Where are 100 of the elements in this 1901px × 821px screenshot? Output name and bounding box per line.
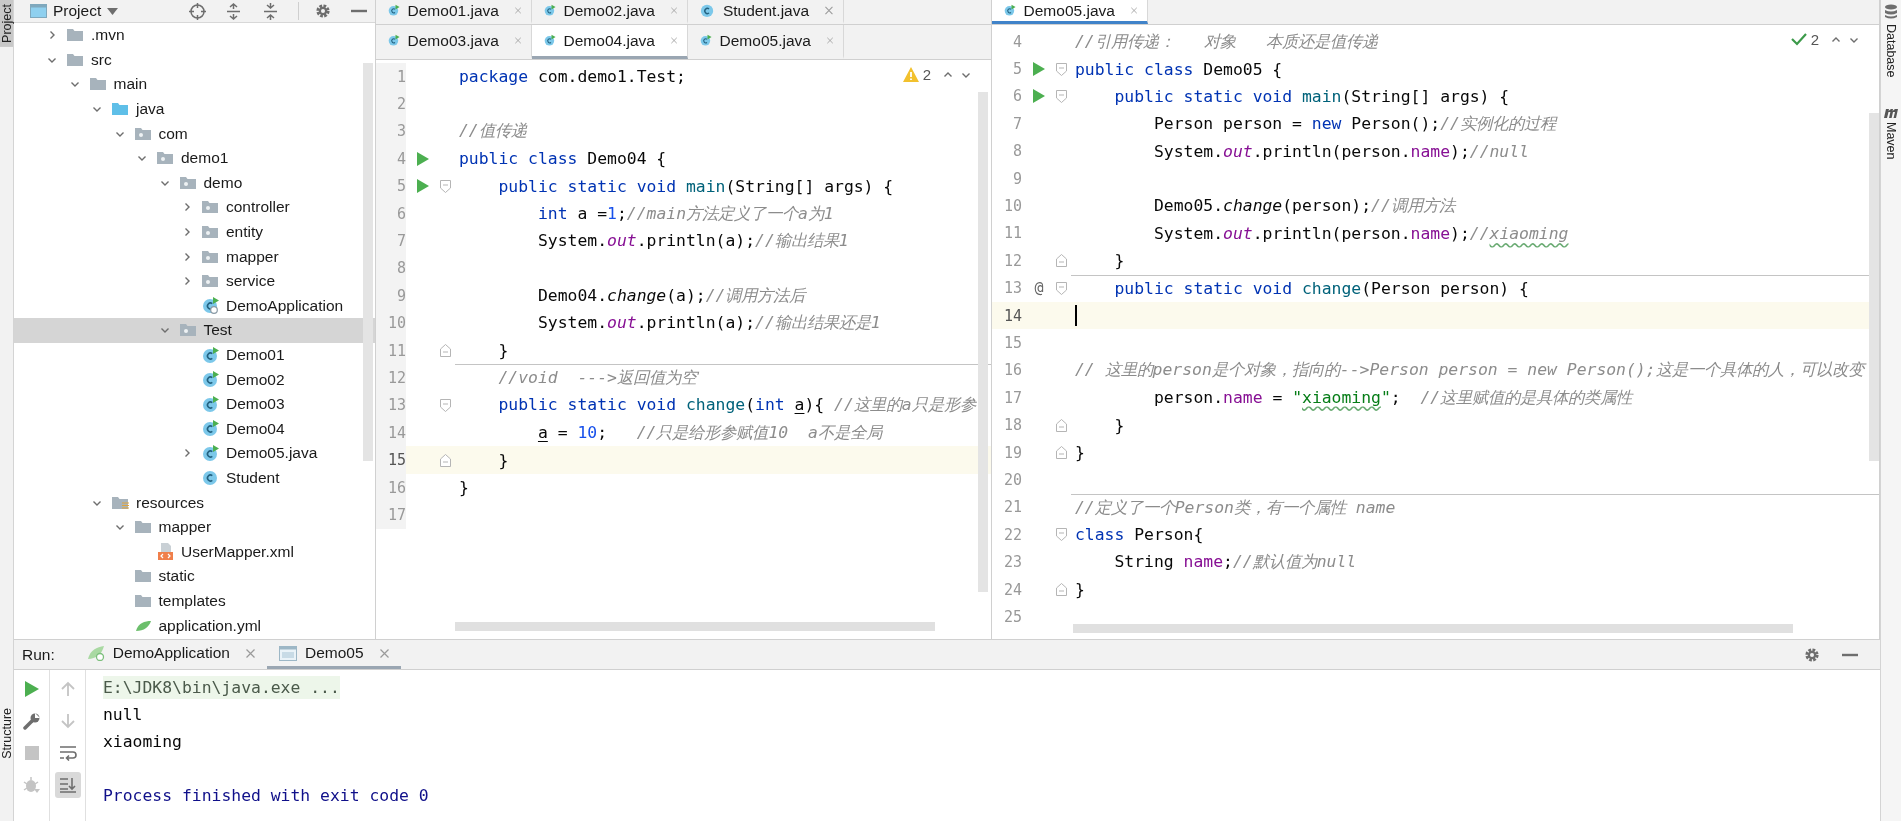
chevron-right-icon[interactable]: [182, 251, 192, 262]
class-icon: [202, 297, 219, 315]
tree-item[interactable]: Demo04: [14, 416, 375, 442]
line-number: 15: [376, 446, 406, 474]
run-tab[interactable]: Demo05: [266, 640, 401, 669]
tree-item[interactable]: entity: [14, 219, 375, 245]
chevron-right-icon[interactable]: [182, 276, 192, 287]
run-icon[interactable]: [417, 179, 429, 194]
tree-item[interactable]: com: [14, 121, 375, 146]
editor-tab[interactable]: Student.java: [688, 0, 844, 24]
tree-item[interactable]: main: [14, 72, 375, 97]
fold-icon[interactable]: [440, 344, 451, 358]
tree-item[interactable]: Demo05.java: [14, 441, 375, 466]
tree-item[interactable]: demo: [14, 170, 375, 196]
fold-icon[interactable]: [1056, 418, 1067, 432]
editor-tab[interactable]: Demo02.java: [532, 0, 688, 24]
line-number: 11: [1002, 223, 1022, 245]
fold-icon[interactable]: [1056, 528, 1067, 542]
tree-item[interactable]: DemoApplication: [14, 293, 375, 319]
tree-item[interactable]: mapper: [14, 244, 375, 269]
tool-window-tab[interactable]: Database: [1881, 0, 1901, 82]
code-line: int a =1;//main方法定义了一个a为1: [536, 202, 834, 225]
chevron-right-icon[interactable]: [182, 202, 192, 213]
editor-tab[interactable]: Demo01.java: [376, 0, 532, 24]
fold-icon[interactable]: [1056, 281, 1067, 295]
editor-tab[interactable]: Demo04.java: [532, 25, 688, 59]
tree-item[interactable]: Demo02: [14, 367, 375, 392]
editor-tab[interactable]: Demo05.java: [992, 0, 1148, 24]
run-icon[interactable]: [1033, 62, 1045, 77]
gutter-mark[interactable]: @: [1034, 279, 1044, 298]
tree-item[interactable]: Test: [14, 318, 375, 343]
tool-window-tab[interactable]: Structure: [0, 704, 13, 763]
tree-item[interactable]: mapper: [14, 514, 375, 540]
close-icon[interactable]: [825, 6, 833, 15]
fold-icon[interactable]: [440, 453, 451, 467]
tree-item[interactable]: UserMapper.xml: [14, 539, 375, 565]
fold-icon[interactable]: [1056, 583, 1067, 596]
fold-icon[interactable]: [440, 398, 451, 412]
tree-item[interactable]: templates: [14, 588, 375, 614]
database-icon: [1884, 4, 1898, 20]
problem-count[interactable]: 2: [922, 66, 931, 83]
close-icon[interactable]: [379, 648, 389, 658]
collapse-all-icon[interactable]: [263, 2, 278, 20]
line-number: 19: [1002, 442, 1022, 464]
line-number: 1: [376, 63, 406, 91]
fold-icon[interactable]: [1056, 62, 1067, 76]
problem-count[interactable]: 2: [1810, 31, 1819, 48]
scrollbar[interactable]: [1869, 113, 1879, 461]
tree-item[interactable]: Student: [14, 465, 375, 491]
tree-item[interactable]: resources: [14, 490, 375, 515]
chevron-right-icon[interactable]: [47, 30, 57, 41]
scrollbar[interactable]: [455, 622, 935, 631]
minimize-icon[interactable]: [1842, 652, 1858, 657]
line-number: 10: [376, 309, 406, 337]
fold-icon[interactable]: [1056, 89, 1067, 103]
tree-item[interactable]: .mvn: [14, 23, 375, 48]
line-number: 2: [376, 90, 406, 118]
class-icon: [700, 2, 715, 19]
close-icon[interactable]: [670, 36, 677, 45]
fold-icon[interactable]: [1056, 446, 1067, 460]
tree-item[interactable]: controller: [14, 195, 375, 220]
toolbar-button[interactable]: [54, 772, 81, 798]
close-icon[interactable]: [245, 648, 255, 658]
chevron-right-icon[interactable]: [182, 227, 192, 238]
scrollbar[interactable]: [363, 63, 373, 461]
scrollbar[interactable]: [978, 92, 988, 592]
expand-all-icon[interactable]: [226, 2, 241, 20]
tool-window-tab[interactable]: Maven: [1881, 101, 1901, 164]
tree-item[interactable]: Demo03: [14, 391, 375, 417]
tree-item[interactable]: Demo01: [14, 342, 375, 368]
code-line: Demo04.change(a);//调用方法后: [536, 284, 806, 307]
tree-item[interactable]: service: [14, 268, 375, 294]
fold-icon[interactable]: [1056, 254, 1067, 268]
run-icon[interactable]: [1033, 89, 1045, 104]
code-line: public class Demo04 {: [459, 149, 667, 169]
close-icon[interactable]: [826, 36, 833, 45]
tree-item[interactable]: src: [14, 47, 375, 73]
folder-icon: [179, 323, 197, 338]
fold-icon[interactable]: [440, 179, 451, 193]
tree-item[interactable]: java: [14, 96, 375, 122]
run-icon[interactable]: [417, 151, 429, 166]
settings-icon[interactable]: [315, 3, 331, 19]
close-icon[interactable]: [670, 6, 677, 15]
chevron-right-icon[interactable]: [182, 448, 192, 459]
tree-item[interactable]: demo1: [14, 145, 375, 171]
run-tab[interactable]: DemoApplication: [74, 640, 267, 669]
close-icon[interactable]: [514, 6, 521, 15]
scrollbar[interactable]: [1073, 624, 1793, 633]
settings-icon[interactable]: [1804, 646, 1820, 663]
code-line: public class Demo05 {: [1075, 59, 1283, 79]
tree-item[interactable]: static: [14, 564, 375, 589]
close-icon[interactable]: [514, 36, 521, 45]
tree-item[interactable]: application.yml: [14, 613, 375, 638]
close-icon[interactable]: [1130, 6, 1137, 15]
tool-window-tab[interactable]: Project: [0, 0, 13, 47]
editor-tab[interactable]: Demo05.java: [688, 25, 844, 59]
minimize-icon[interactable]: [351, 9, 367, 13]
crosshair-icon[interactable]: [189, 2, 206, 20]
line-number: 6: [1011, 86, 1022, 108]
code-line: }: [497, 341, 509, 361]
